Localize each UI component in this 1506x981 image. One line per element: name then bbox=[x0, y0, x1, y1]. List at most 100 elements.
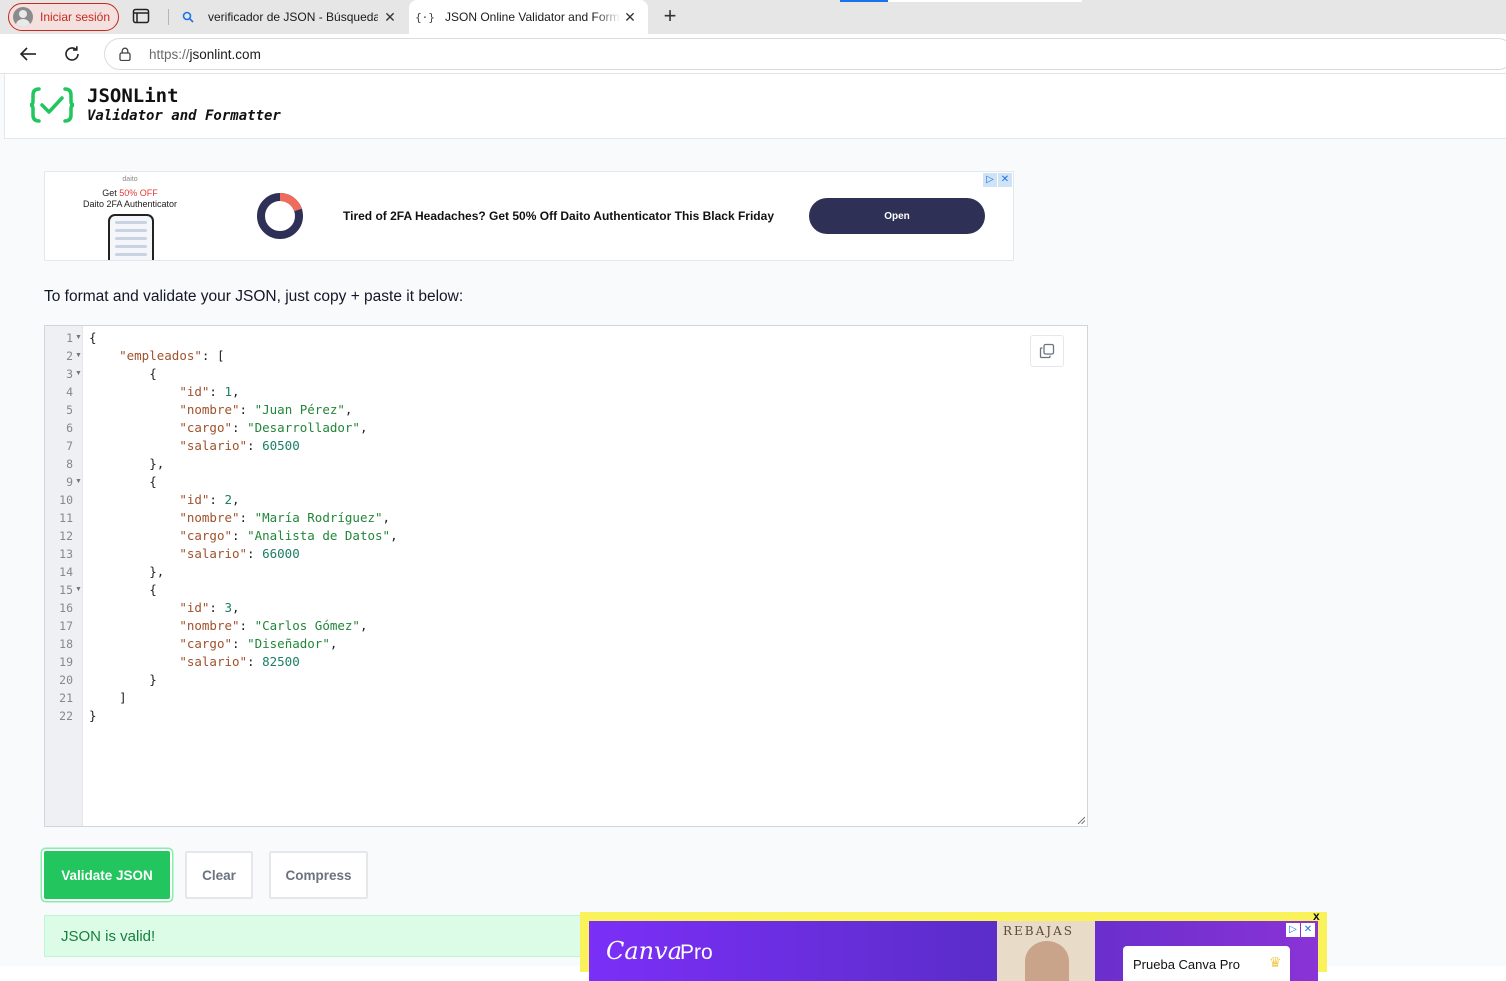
code-token: 82500 bbox=[262, 654, 300, 669]
code-token: "id" bbox=[179, 492, 210, 507]
tab-strip-indicator-light bbox=[888, 0, 1082, 2]
code-line: { bbox=[89, 581, 157, 599]
ad-canva[interactable]: Canva Pro REBAJAS Prueba Canva Pro ♛ ▷ ✕ bbox=[589, 921, 1318, 981]
jsonlint-logo-icon[interactable] bbox=[29, 86, 75, 124]
lock-icon[interactable] bbox=[119, 47, 131, 66]
tab-title: JSON Online Validator and Formatter bbox=[445, 10, 621, 24]
code-token: , bbox=[232, 492, 240, 507]
code-line: "cargo": "Diseñador", bbox=[89, 635, 337, 653]
site-tagline: Validator and Formatter bbox=[87, 108, 281, 124]
code-token: "id" bbox=[179, 384, 210, 399]
code-line: "cargo": "Analista de Datos", bbox=[89, 527, 397, 545]
profile-sign-in-button[interactable]: Iniciar sesión bbox=[8, 3, 119, 31]
code-line: "empleados": [ bbox=[89, 347, 224, 365]
line-number: 17 bbox=[59, 619, 73, 633]
copy-icon[interactable] bbox=[1030, 335, 1064, 367]
code-line: } bbox=[89, 671, 157, 689]
code-token: : [ bbox=[201, 348, 225, 363]
ad-brand: daito bbox=[122, 176, 138, 183]
code-token: : bbox=[239, 618, 255, 633]
code-line: "salario": 60500 bbox=[89, 437, 299, 455]
code-token: : bbox=[209, 600, 225, 615]
fold-toggle-icon[interactable]: ▼ bbox=[75, 334, 82, 341]
site-name[interactable]: JSONLint bbox=[87, 85, 179, 107]
ad-sale-image: REBAJAS bbox=[997, 921, 1095, 981]
fold-toggle-icon[interactable]: ▼ bbox=[75, 586, 82, 593]
ad-banner-top[interactable]: daito Get 50% OFF Daito 2FA Authenticato… bbox=[44, 171, 1014, 261]
code-token: { bbox=[89, 330, 97, 345]
ad-cta-button[interactable]: Prueba Canva Pro bbox=[1123, 946, 1290, 981]
code-token: "nombre" bbox=[179, 510, 240, 525]
code-token: : bbox=[247, 546, 263, 561]
compress-button[interactable]: Compress bbox=[269, 851, 368, 899]
profile-avatar-icon bbox=[13, 7, 33, 27]
tab-search[interactable]: verificador de JSON - Búsqueda ✕ bbox=[172, 0, 408, 34]
ad-canva-brand: Canva bbox=[606, 937, 682, 965]
code-token: "empleados" bbox=[119, 348, 202, 363]
code-line: } bbox=[89, 707, 97, 725]
line-number: 2 bbox=[66, 349, 73, 363]
close-tab-icon[interactable]: ✕ bbox=[622, 9, 638, 25]
code-line: "salario": 66000 bbox=[89, 545, 299, 563]
validate-json-button[interactable]: Validate JSON bbox=[44, 851, 170, 899]
line-number: 16 bbox=[59, 601, 73, 615]
tab-actions-menu-icon[interactable] bbox=[132, 8, 152, 26]
new-tab-plus-icon[interactable]: + bbox=[660, 5, 680, 27]
line-number: 10 bbox=[59, 493, 73, 507]
code-token: , bbox=[359, 618, 368, 633]
adchoices-icon[interactable]: ▷ bbox=[983, 173, 997, 187]
code-line: }, bbox=[89, 455, 164, 473]
code-line: { bbox=[89, 473, 157, 491]
tab-jsonlint[interactable]: {·} JSON Online Validator and Formatter … bbox=[409, 0, 648, 34]
resize-handle-icon[interactable] bbox=[1077, 816, 1085, 824]
line-number: 4 bbox=[66, 385, 73, 399]
fold-toggle-icon[interactable]: ▼ bbox=[75, 352, 82, 359]
code-token: "salario" bbox=[179, 438, 248, 453]
code-token: "Desarrollador" bbox=[247, 420, 360, 435]
line-number: 9 bbox=[66, 475, 73, 489]
code-token: : bbox=[247, 654, 263, 669]
close-tab-icon[interactable]: ✕ bbox=[382, 9, 398, 25]
adchoices[interactable]: ▷ ✕ bbox=[983, 173, 1012, 187]
crown-icon: ♛ bbox=[1269, 954, 1282, 970]
line-number: 7 bbox=[66, 439, 73, 453]
fold-toggle-icon[interactable]: ▼ bbox=[75, 478, 82, 485]
clear-button[interactable]: Clear bbox=[185, 851, 253, 899]
adchoices[interactable]: ▷ ✕ bbox=[1286, 923, 1315, 937]
line-number: 12 bbox=[59, 529, 73, 543]
ad-sale-text: REBAJAS bbox=[1003, 924, 1074, 938]
code-token: "Juan Pérez" bbox=[254, 402, 345, 417]
line-number: 1 bbox=[66, 331, 73, 345]
json-editor[interactable]: 1 ▼ 2 ▼ 3 ▼ 4 5 6 7 8 9 ▼ 10 11 12 13 14 15 ▼ 16 17 18 19 20 21 22… bbox=[44, 325, 1088, 827]
line-number: 14 bbox=[59, 565, 73, 579]
ad-dismiss-button[interactable]: x bbox=[1313, 909, 1320, 923]
ad-open-button[interactable]: Open bbox=[809, 198, 985, 234]
code-token: "cargo" bbox=[179, 636, 232, 651]
code-token: : bbox=[239, 402, 255, 417]
code-token: "nombre" bbox=[179, 618, 240, 633]
code-token: 3 bbox=[224, 600, 233, 615]
code-line: }, bbox=[89, 563, 164, 581]
adchoices-icon[interactable]: ▷ bbox=[1286, 923, 1300, 937]
ad-close-icon[interactable]: ✕ bbox=[998, 173, 1012, 187]
code-token: : bbox=[232, 636, 248, 651]
ad-close-icon[interactable]: ✕ bbox=[1301, 923, 1315, 937]
reload-icon[interactable] bbox=[60, 42, 84, 66]
fold-toggle-icon[interactable]: ▼ bbox=[75, 370, 82, 377]
code-token: }, bbox=[89, 564, 165, 579]
code-token: "Analista de Datos" bbox=[247, 528, 391, 543]
code-token: { bbox=[89, 474, 157, 489]
line-number: 20 bbox=[59, 673, 73, 687]
ad-banner-bottom[interactable]: Canva Pro REBAJAS Prueba Canva Pro ♛ ▷ ✕… bbox=[580, 909, 1327, 981]
line-number: 15 bbox=[59, 583, 73, 597]
back-arrow-icon[interactable] bbox=[16, 42, 40, 66]
url-input[interactable]: https://jsonlint.com bbox=[104, 38, 1506, 70]
code-token: { bbox=[89, 582, 157, 597]
line-number: 5 bbox=[66, 403, 73, 417]
